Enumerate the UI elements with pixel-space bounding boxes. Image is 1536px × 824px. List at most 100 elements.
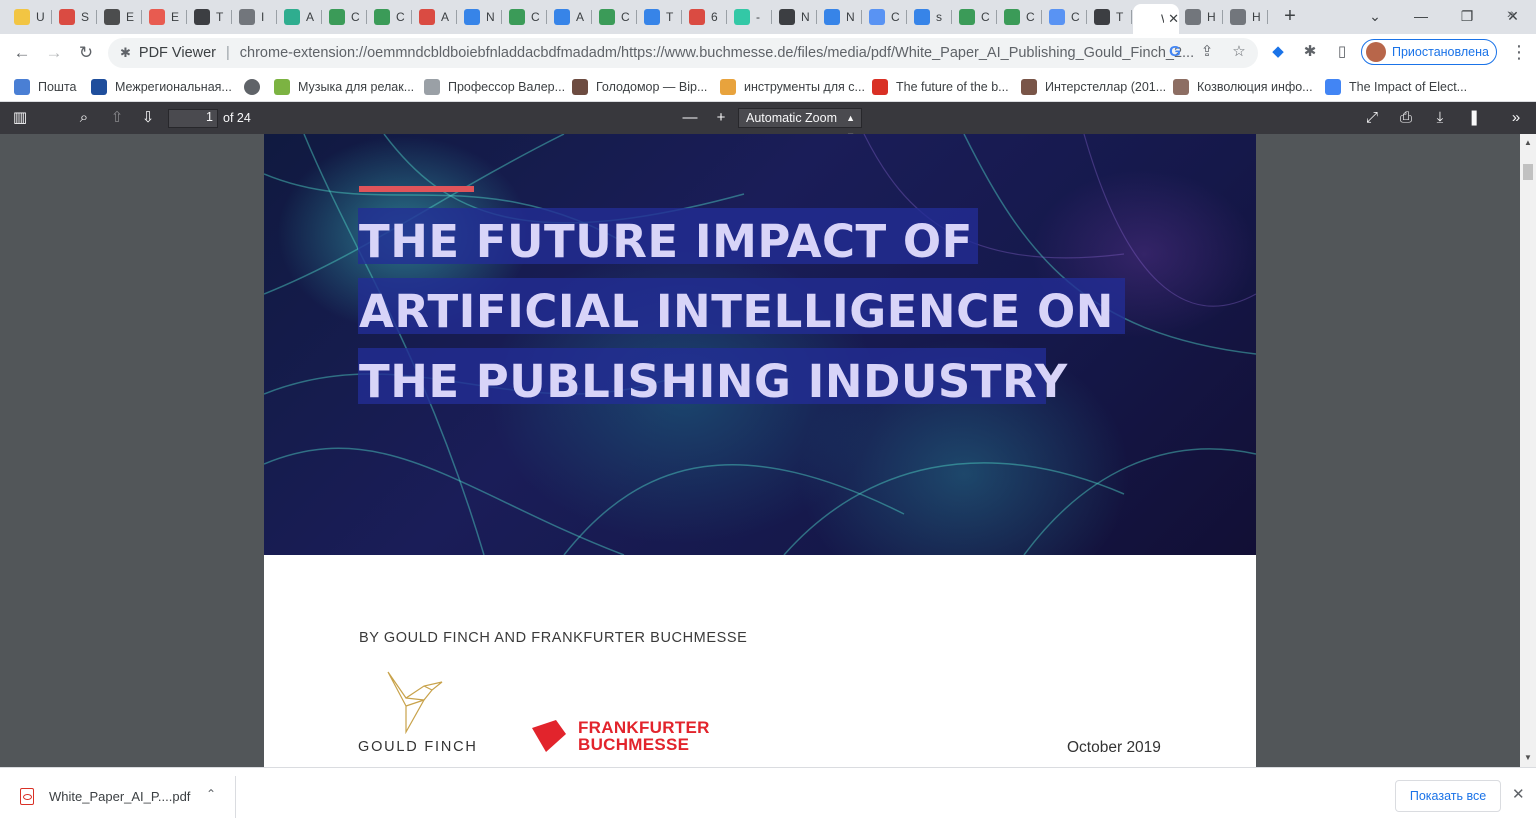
browser-tab[interactable]: C [998,4,1042,30]
browser-tab[interactable]: C [323,4,367,30]
browser-tab[interactable]: - [728,4,772,30]
browser-tab[interactable]: E [98,4,142,30]
pdf-file-icon [20,788,34,805]
bookmark-item[interactable] [244,77,268,97]
tab-favicon-icon [1094,9,1110,25]
tab-title: A [576,10,585,24]
browser-tab[interactable]: A [278,4,322,30]
browser-tab[interactable]: C [1043,4,1087,30]
browser-tab[interactable]: T [638,4,682,30]
browser-tab[interactable]: I [233,4,277,30]
bookmark-item[interactable]: Пошта [14,77,77,97]
previous-page-icon[interactable]: ⇧ [106,107,128,129]
browser-tab[interactable]: H [1224,4,1268,30]
tab-strip: USEETIACCANCACT6-NNCsCCCTW✕HH [0,0,1536,34]
browser-tab[interactable]: C [368,4,412,30]
profile-button[interactable]: Приостановлена [1361,39,1497,65]
scrollbar-thumb[interactable] [1523,164,1533,180]
new-tab-button[interactable]: + [1280,6,1300,26]
find-icon[interactable]: ⌕ [73,107,95,129]
extensions-puzzle-icon[interactable]: ✱ [1297,39,1323,65]
browser-tab[interactable]: C [503,4,547,30]
next-page-icon[interactable]: ⇩ [137,107,159,129]
browser-tab[interactable]: C [953,4,997,30]
back-button[interactable]: ← [9,41,35,65]
google-lens-icon[interactable]: G [1162,39,1188,65]
browser-tab[interactable]: A [548,4,592,30]
bookmark-item[interactable]: Профессор Валер... [424,77,565,97]
minimize-button[interactable]: — [1406,4,1436,28]
vertical-scrollbar[interactable]: ▲ ▼ [1520,134,1536,767]
tab-favicon-icon [869,9,885,25]
browser-tab[interactable]: 6 [683,4,727,30]
zoom-select[interactable]: Automatic Zoom ▲▼ [738,108,862,141]
bookmark-label: The Impact of Elect... [1349,80,1468,94]
bookmark-icon[interactable]: ❚ [1463,107,1485,129]
tab-separator [186,10,187,24]
bookmark-star-icon[interactable]: ☆ [1226,39,1252,65]
browser-tab[interactable]: N [773,4,817,30]
browser-tab[interactable]: N [458,4,502,30]
bookmark-item[interactable]: Музыка для релак... [274,77,414,97]
tab-favicon-icon [419,9,435,25]
browser-tab[interactable]: S [53,4,97,30]
download-icon[interactable]: ⤓ [1429,107,1451,129]
bookmark-item[interactable]: The Impact of Elect... [1325,77,1467,97]
tab-favicon-icon [464,9,480,25]
bookmark-item[interactable]: Интерстеллар (201... [1021,77,1166,97]
browser-tab[interactable]: C [593,4,637,30]
bookmarks-overflow-icon[interactable]: » [1507,5,1515,21]
presentation-mode-icon[interactable]: ⤢ [1361,107,1383,129]
close-icon[interactable]: ✕ [1512,785,1525,803]
browser-tab[interactable]: T [1088,4,1132,30]
side-panel-icon[interactable]: ▯ [1329,39,1355,65]
sidebar-toggle-icon[interactable]: ▥ [9,107,31,129]
bookmark-favicon-icon [872,79,888,95]
page-number-input[interactable]: 1 [168,109,218,128]
tab-title: C [396,10,405,24]
tab-favicon-icon [14,9,30,25]
chevron-up-icon[interactable]: ⌃ [206,787,216,801]
menu-kebab-icon[interactable]: ⋮ [1510,39,1528,65]
browser-tab[interactable]: T [188,4,232,30]
title-line-1: THE FUTURE IMPACT OF [358,208,978,268]
puzzle-icon: ✱ [120,45,131,60]
bookmark-favicon-icon [424,79,440,95]
zoom-in-icon[interactable]: + [710,107,732,129]
close-tab-icon[interactable]: ✕ [1168,11,1179,27]
bookmark-favicon-icon [274,79,290,95]
browser-tab[interactable]: A [413,4,457,30]
browser-tab[interactable]: U [8,4,52,30]
browser-tab[interactable]: s [908,4,952,30]
address-bar[interactable]: ✱ PDF Viewer | chrome-extension://oemmnd… [108,38,1258,68]
browser-tab[interactable]: C [863,4,907,30]
show-all-button[interactable]: Показать все [1395,780,1501,812]
print-icon[interactable]: ⎙ [1395,107,1417,129]
browser-tab[interactable]: H [1179,4,1223,30]
bookmark-item[interactable]: инструменты для с... [720,77,865,97]
scroll-down-icon[interactable]: ▼ [1524,753,1532,762]
browser-tab[interactable]: W✕ [1133,4,1179,34]
pdf-viewer[interactable]: THE FUTURE IMPACT OF ARTIFICIAL INTELLIG… [0,134,1520,767]
bookmark-item[interactable]: Межрегиональная... [91,77,232,97]
reload-button[interactable]: ↻ [73,41,99,65]
bookmark-item[interactable]: Козволюция инфо... [1173,77,1313,97]
browser-tab[interactable]: E [143,4,187,30]
bookmark-item[interactable]: The future of the b... [872,77,1009,97]
extension-icon[interactable]: ◆ [1265,39,1291,65]
tab-separator [231,10,232,24]
maximize-button[interactable]: ❐ [1452,4,1482,28]
pdf-page: THE FUTURE IMPACT OF ARTIFICIAL INTELLIG… [264,134,1256,767]
browser-tab[interactable]: N [818,4,862,30]
scroll-up-icon[interactable]: ▲ [1524,138,1532,147]
download-item[interactable]: White_Paper_AI_P....pdf ⌃ [14,776,236,818]
bookmark-item[interactable]: Голодомор — Віp... [572,77,707,97]
divider: | [226,45,230,61]
byline: BY GOULD FINCH AND FRANKFURTER BUCHMESSE [359,630,748,646]
tools-menu-icon[interactable]: » [1505,107,1527,129]
tab-title: H [1252,10,1261,24]
zoom-out-icon[interactable]: — [679,107,701,129]
tab-search-button[interactable]: ⌄ [1360,4,1390,28]
share-icon[interactable]: ⇪ [1194,39,1220,65]
forward-button[interactable]: → [41,41,67,65]
